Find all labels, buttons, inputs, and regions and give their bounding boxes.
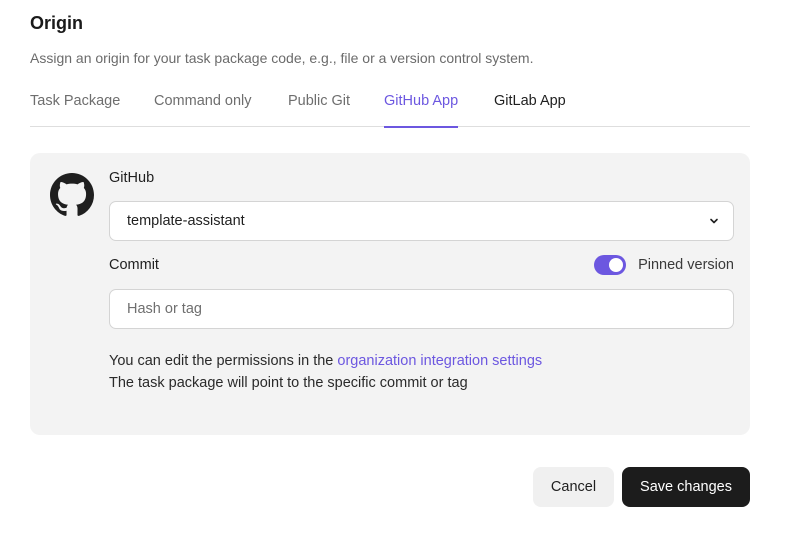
toggle-knob	[609, 258, 624, 272]
tab-command-only[interactable]: Command only	[154, 93, 252, 127]
repo-select-value: template-assistant	[127, 213, 245, 229]
origin-tabs: Task Package Command only Public Git Git…	[30, 86, 750, 128]
integration-settings-link[interactable]: organization integration settings	[337, 353, 542, 369]
tab-public-git[interactable]: Public Git	[288, 93, 350, 127]
tab-task-package[interactable]: Task Package	[30, 93, 120, 127]
page-subtitle: Assign an origin for your task package c…	[30, 50, 534, 66]
tab-gitlab-app[interactable]: GitLab App	[494, 93, 566, 127]
cancel-button[interactable]: Cancel	[533, 467, 614, 507]
repo-label: GitHub	[109, 170, 155, 186]
help-line-2: The task package will point to the speci…	[109, 375, 468, 391]
github-icon	[50, 173, 94, 216]
page-title: Origin	[30, 13, 83, 33]
save-changes-button[interactable]: Save changes	[622, 467, 750, 507]
help-prefix: You can edit the permissions in the	[109, 353, 338, 369]
help-text: You can edit the permissions in the orga…	[109, 350, 542, 394]
chevron-down-icon	[710, 218, 718, 224]
help-line-1: You can edit the permissions in the orga…	[109, 350, 542, 372]
toggle-switch[interactable]	[594, 255, 627, 275]
commit-input[interactable]	[109, 289, 734, 329]
tab-github-app[interactable]: GitHub App	[384, 93, 459, 128]
github-app-panel: GitHub template-assistant Commit Pinned …	[30, 153, 750, 435]
repo-select[interactable]: template-assistant	[109, 201, 734, 241]
commit-label: Commit	[109, 257, 159, 273]
pinned-version-label: Pinned version	[638, 257, 734, 273]
pinned-version-toggle[interactable]: Pinned version	[594, 255, 734, 275]
